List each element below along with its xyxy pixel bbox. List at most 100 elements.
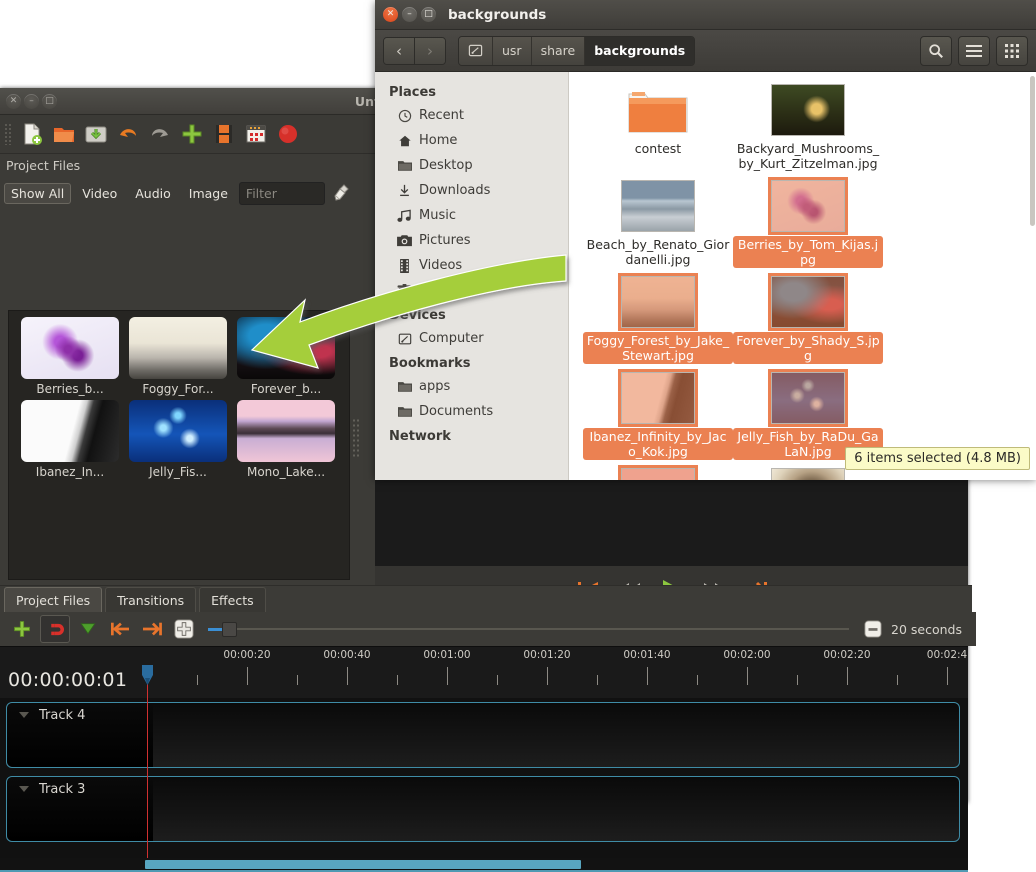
- forward-button[interactable]: ›: [414, 38, 445, 64]
- file-image: [771, 276, 845, 328]
- sidebar-item-documents[interactable]: Documents: [375, 399, 568, 424]
- redo-button[interactable]: [145, 119, 175, 149]
- project-file-item[interactable]: Ibanez_In...: [17, 400, 123, 479]
- sidebar-item-trash[interactable]: [375, 278, 568, 303]
- sidebar-item-music[interactable]: Music: [375, 203, 568, 228]
- ruler-major-tick: [347, 667, 348, 685]
- toolbar-grip[interactable]: [4, 123, 12, 145]
- file-item[interactable]: Mono_Lake_by_Angela_Henderson.jpg: [583, 466, 733, 480]
- status-badge: 6 items selected (4.8 MB): [845, 447, 1030, 470]
- next-marker-button[interactable]: [138, 616, 166, 642]
- import-files-button[interactable]: [177, 119, 207, 149]
- search-icon[interactable]: [920, 36, 952, 66]
- openshot-maximize-button[interactable]: □: [42, 94, 57, 109]
- save-project-button[interactable]: [81, 119, 111, 149]
- sidebar[interactable]: PlacesRecentHomeDesktopDownloadsMusicPic…: [375, 72, 569, 480]
- center-playhead-button[interactable]: [170, 616, 198, 642]
- timeline-tracks[interactable]: Track 4 Track 3: [0, 698, 968, 863]
- maximize-icon[interactable]: □: [421, 7, 436, 22]
- ruler-minor-tick: [497, 675, 498, 685]
- panel-splitter-handle[interactable]: [352, 418, 360, 458]
- ruler-minor-tick: [897, 675, 898, 685]
- file-item[interactable]: Beach_by_Renato_Giordanelli.jpg: [583, 178, 733, 268]
- sidebar-item-recent[interactable]: Recent: [375, 103, 568, 128]
- project-file-thumbnail: [129, 317, 227, 379]
- project-file-item[interactable]: Jelly_Fis...: [125, 400, 231, 479]
- project-file-item[interactable]: Berries_b...: [17, 317, 123, 396]
- file-image: [771, 84, 845, 136]
- home-icon: [397, 133, 412, 148]
- tab-transitions[interactable]: Transitions: [105, 587, 196, 613]
- breadcrumb-backgrounds[interactable]: backgrounds: [584, 37, 694, 65]
- zoom-out-button[interactable]: [859, 616, 887, 642]
- openshot-close-button[interactable]: ✕: [6, 94, 21, 109]
- new-project-button[interactable]: [17, 119, 47, 149]
- ruler-tick-label: 00:01:20: [523, 649, 570, 661]
- sidebar-item-label: apps: [419, 379, 450, 394]
- file-item[interactable]: Ibanez_Infinity_by_Jaco_Kok.jpg: [583, 370, 733, 460]
- sidebar-item-computer[interactable]: Computer: [375, 326, 568, 351]
- tab-effects[interactable]: Effects: [199, 587, 266, 613]
- breadcrumb-usr[interactable]: usr: [492, 37, 531, 65]
- title-editor-button[interactable]: [241, 119, 271, 149]
- close-icon[interactable]: ✕: [383, 7, 398, 22]
- sidebar-item-videos[interactable]: Videos: [375, 253, 568, 278]
- export-video-button[interactable]: [273, 119, 303, 149]
- file-label: Foggy_Forest_by_Jake_Stewart.jpg: [583, 332, 733, 364]
- add-track-button[interactable]: [8, 616, 36, 642]
- filter-show-all-button[interactable]: Show All: [4, 183, 71, 204]
- view-options-icon[interactable]: [996, 36, 1028, 66]
- playhead-marker[interactable]: [141, 664, 154, 686]
- file-thumbnail: [771, 370, 845, 424]
- timeline-ruler[interactable]: 00:00:00:01 00:00:2000:00:4000:01:0000:0…: [0, 646, 968, 699]
- filter-image-button[interactable]: Image: [182, 183, 235, 204]
- openshot-minimize-button[interactable]: –: [24, 94, 39, 109]
- selection-overlay: [772, 277, 844, 327]
- project-file-item[interactable]: Foggy_For...: [125, 317, 231, 396]
- sidebar-item-desktop[interactable]: Desktop: [375, 153, 568, 178]
- track-collapse-icon[interactable]: [19, 786, 29, 792]
- file-item[interactable]: Forever_by_Shady_S.jpg: [733, 274, 883, 364]
- menu-icon[interactable]: [958, 36, 990, 66]
- computer-icon: [397, 331, 412, 346]
- tab-project-files[interactable]: Project Files: [4, 587, 102, 613]
- add-track-button[interactable]: [209, 119, 239, 149]
- back-button[interactable]: ‹: [384, 38, 414, 64]
- filter-input[interactable]: Filter: [239, 182, 325, 205]
- breadcrumb-root[interactable]: [459, 37, 492, 65]
- project-file-item[interactable]: Forever_b...: [233, 317, 339, 396]
- project-files-list[interactable]: Berries_b...Foggy_For...Forever_b... Iban…: [8, 310, 350, 580]
- file-item[interactable]: Berries_by_Tom_Kijas.jpg: [733, 178, 883, 268]
- clear-filter-icon[interactable]: [329, 182, 353, 204]
- clock-icon: [397, 108, 412, 123]
- minimize-icon[interactable]: –: [402, 7, 417, 22]
- filter-audio-button[interactable]: Audio: [128, 183, 178, 204]
- add-marker-button[interactable]: [74, 616, 102, 642]
- scrollbar-thumb[interactable]: [145, 860, 581, 869]
- open-project-button[interactable]: [49, 119, 79, 149]
- previous-marker-button[interactable]: [106, 616, 134, 642]
- sidebar-item-downloads[interactable]: Downloads: [375, 178, 568, 203]
- file-grid-area[interactable]: contestBackyard_Mushrooms_by_Kurt_Zitzel…: [569, 72, 1036, 480]
- selection-overlay: [772, 181, 844, 231]
- file-item[interactable]: Foggy_Forest_by_Jake_Stewart.jpg: [583, 274, 733, 364]
- snapping-button[interactable]: [40, 615, 70, 643]
- sidebar-item-apps[interactable]: apps: [375, 374, 568, 399]
- project-file-label: Berries_b...: [17, 382, 123, 396]
- sidebar-item-home[interactable]: Home: [375, 128, 568, 153]
- undo-button[interactable]: [113, 119, 143, 149]
- sidebar-item-pictures[interactable]: Pictures: [375, 228, 568, 253]
- ruler-tick-label: 00:00:40: [323, 649, 370, 661]
- timeline-horizontal-scrollbar[interactable]: [0, 858, 968, 870]
- breadcrumb-share[interactable]: share: [531, 37, 585, 65]
- file-grid-scrollbar[interactable]: [1030, 76, 1035, 226]
- folder-icon: [397, 158, 412, 173]
- file-item[interactable]: Backyard_Mushrooms_by_Kurt_Zitzelman.jpg: [733, 82, 883, 172]
- track-collapse-icon[interactable]: [19, 712, 29, 718]
- file-thumbnail: [621, 82, 695, 136]
- ruler-tick-label: 00:01:00: [423, 649, 470, 661]
- project-file-item[interactable]: Mono_Lake...: [233, 400, 339, 479]
- file-item[interactable]: contest: [583, 82, 733, 172]
- timeline-zoom-slider[interactable]: [208, 616, 849, 642]
- filter-video-button[interactable]: Video: [75, 183, 124, 204]
